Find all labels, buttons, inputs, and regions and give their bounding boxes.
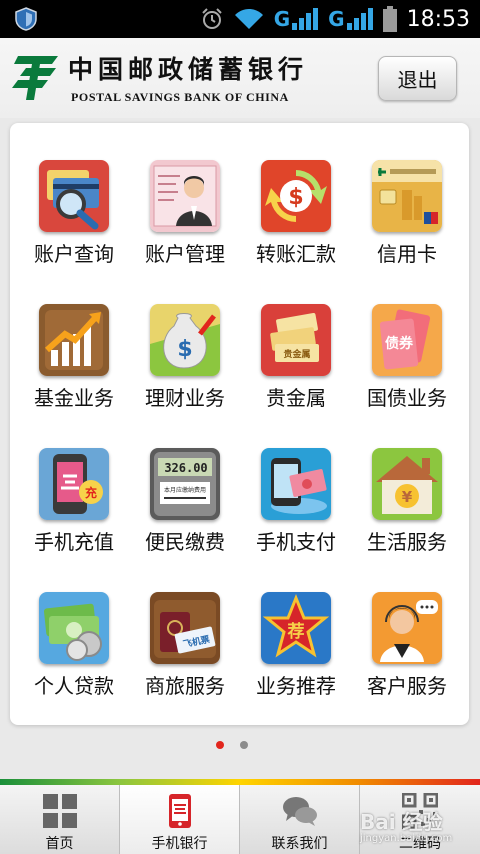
bank-name-en: POSTAL SAVINGS BANK OF CHINA xyxy=(71,90,289,104)
svg-text:债券: 债券 xyxy=(385,335,414,352)
fund-icon xyxy=(39,304,109,376)
app-header: 中国邮政储蓄银行 POSTAL SAVINGS BANK OF CHINA 退出 xyxy=(0,38,480,118)
bond-icon: 债券 xyxy=(372,304,442,376)
status-bar: G G 18:53 xyxy=(0,0,480,38)
signal-icon xyxy=(346,8,373,30)
menu-item-mobile-pay[interactable]: 手机支付 xyxy=(240,411,352,555)
svg-text:本月应缴纳费用: 本月应缴纳费用 xyxy=(164,486,206,494)
nav-item-mobile-bank[interactable]: 手机银行 xyxy=(120,785,240,854)
wifi-icon xyxy=(234,9,263,29)
menu-item-precious-metal[interactable]: 贵金属 贵金属 xyxy=(240,267,352,411)
menu-item-loan[interactable]: 个人贷款 xyxy=(18,555,130,699)
credit-card-icon xyxy=(372,160,442,232)
signal-icon xyxy=(292,8,319,30)
menu-item-fund[interactable]: 基金业务 xyxy=(18,267,130,411)
watermark: Bai 经验 jingyan.baidu.com xyxy=(360,810,453,844)
life-service-icon: ¥ xyxy=(372,448,442,520)
exit-button[interactable]: 退出 xyxy=(378,56,457,101)
menu-item-bond[interactable]: 债券 国债业务 xyxy=(351,267,463,411)
wealth-icon: $ xyxy=(150,304,220,376)
signal-1: G xyxy=(274,7,319,31)
svg-text:荐: 荐 xyxy=(287,621,305,642)
page-dot[interactable] xyxy=(240,741,248,749)
loan-icon xyxy=(39,592,109,664)
recommend-icon: 荐 xyxy=(261,592,331,664)
menu-item-credit-card[interactable]: 信用卡 xyxy=(351,123,463,267)
menu-item-transfer[interactable]: $ 转账汇款 xyxy=(240,123,352,267)
menu-item-customer-service[interactable]: 客户服务 xyxy=(351,555,463,699)
bill-pay-icon: 326.00 本月应缴纳费用 xyxy=(150,448,220,520)
svg-text:$: $ xyxy=(177,337,192,362)
home-grid-icon xyxy=(42,794,77,828)
menu-item-wealth[interactable]: $ 理财业务 xyxy=(129,267,241,411)
nav-item-home[interactable]: 首页 xyxy=(0,785,120,854)
mobile-bank-icon xyxy=(168,794,191,828)
menu-item-account-query[interactable]: 账户查询 xyxy=(18,123,130,267)
transfer-icon: $ xyxy=(261,160,331,232)
battery-icon xyxy=(382,6,397,32)
signal-2: G xyxy=(328,7,373,31)
menu-item-travel[interactable]: 飞机票 商旅服务 xyxy=(129,555,241,699)
page-dot-active[interactable] xyxy=(216,741,224,749)
menu-panel: 账户查询 账户管理 $ 转账汇款 信用卡 基金业务 $ 理财业务 贵金属 贵金属… xyxy=(10,123,469,725)
menu-item-phone-recharge[interactable]: 充 手机充值 xyxy=(18,411,130,555)
mobile-pay-icon xyxy=(261,448,331,520)
svg-text:$: $ xyxy=(288,185,303,210)
menu-item-life-service[interactable]: ¥ 生活服务 xyxy=(351,411,463,555)
account-query-icon xyxy=(39,160,109,232)
svg-text:¥: ¥ xyxy=(402,488,413,506)
svg-text:326.00: 326.00 xyxy=(164,461,207,475)
menu-grid: 账户查询 账户管理 $ 转账汇款 信用卡 基金业务 $ 理财业务 贵金属 贵金属… xyxy=(10,123,469,725)
clock: 18:53 xyxy=(406,6,470,32)
menu-item-bill-pay[interactable]: 326.00 本月应缴纳费用 便民缴费 xyxy=(129,411,241,555)
menu-item-account-manage[interactable]: 账户管理 xyxy=(129,123,241,267)
postal-logo-icon xyxy=(12,56,58,100)
precious-metal-icon: 贵金属 xyxy=(261,304,331,376)
alarm-icon xyxy=(202,8,222,29)
travel-icon: 飞机票 xyxy=(150,592,220,664)
chat-bubbles-icon xyxy=(282,797,317,826)
nav-item-contact[interactable]: 联系我们 xyxy=(240,785,360,854)
customer-service-icon xyxy=(372,592,442,664)
account-manage-icon xyxy=(150,160,220,232)
menu-item-recommend[interactable]: 荐 业务推荐 xyxy=(240,555,352,699)
svg-text:充: 充 xyxy=(85,485,97,500)
page-indicator xyxy=(216,741,248,749)
shield-icon xyxy=(15,7,37,31)
phone-recharge-icon: 充 xyxy=(39,448,109,520)
bank-name-cn: 中国邮政储蓄银行 xyxy=(68,55,309,84)
svg-text:贵金属: 贵金属 xyxy=(283,348,310,360)
